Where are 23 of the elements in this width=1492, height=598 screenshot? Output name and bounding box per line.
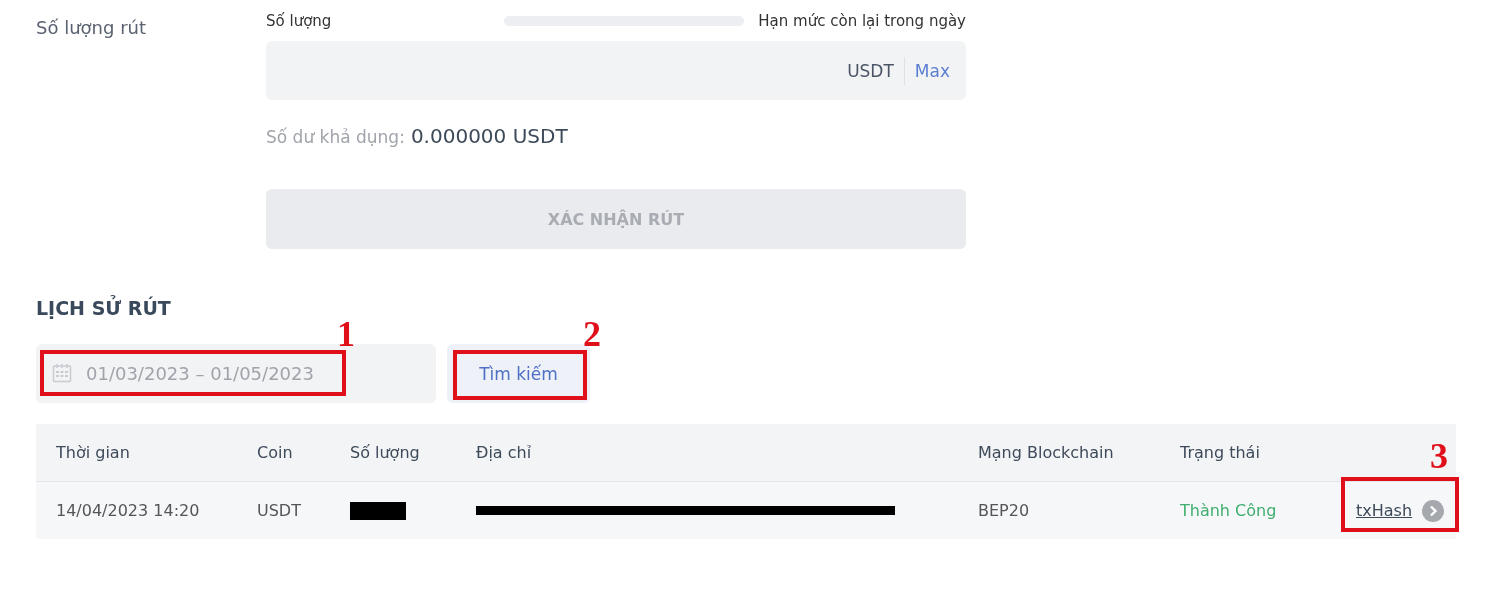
column-header: Trạng thái — [1180, 443, 1261, 462]
limit-label: Hạn mức còn lại trong ngày — [758, 12, 966, 30]
section-title: LỊCH SỬ RÚT — [36, 297, 172, 319]
status-text: Thành Công — [1180, 501, 1278, 520]
calendar-icon — [52, 363, 72, 383]
field-label: Số lượng rút — [36, 16, 147, 40]
table-cell-text: BEP20 — [978, 501, 1031, 520]
column-header: Mạng Blockchain — [978, 443, 1115, 462]
amount-label: Số lượng — [266, 12, 332, 30]
table-cell-text: USDT — [257, 501, 302, 520]
unit-label: USDT — [847, 60, 895, 81]
annotation-number: 3 — [1430, 437, 1448, 474]
table-cell-text: 14/04/2023 14:20 — [56, 501, 201, 520]
column-header: Thời gian — [56, 443, 131, 462]
txhash-link[interactable]: txHash — [1356, 501, 1413, 520]
column-header: Coin — [257, 443, 294, 462]
balance-value: 0.000000 USDT — [410, 124, 568, 148]
column-header: Số lượng — [350, 443, 421, 462]
amount-field[interactable]: USDT Max — [266, 41, 966, 100]
chevron-right-icon[interactable] — [1422, 499, 1445, 522]
max-link[interactable]: Max — [904, 60, 950, 81]
column-header: Địa chỉ — [476, 443, 533, 462]
balance-label: Số dư khả dụng: — [266, 127, 405, 147]
